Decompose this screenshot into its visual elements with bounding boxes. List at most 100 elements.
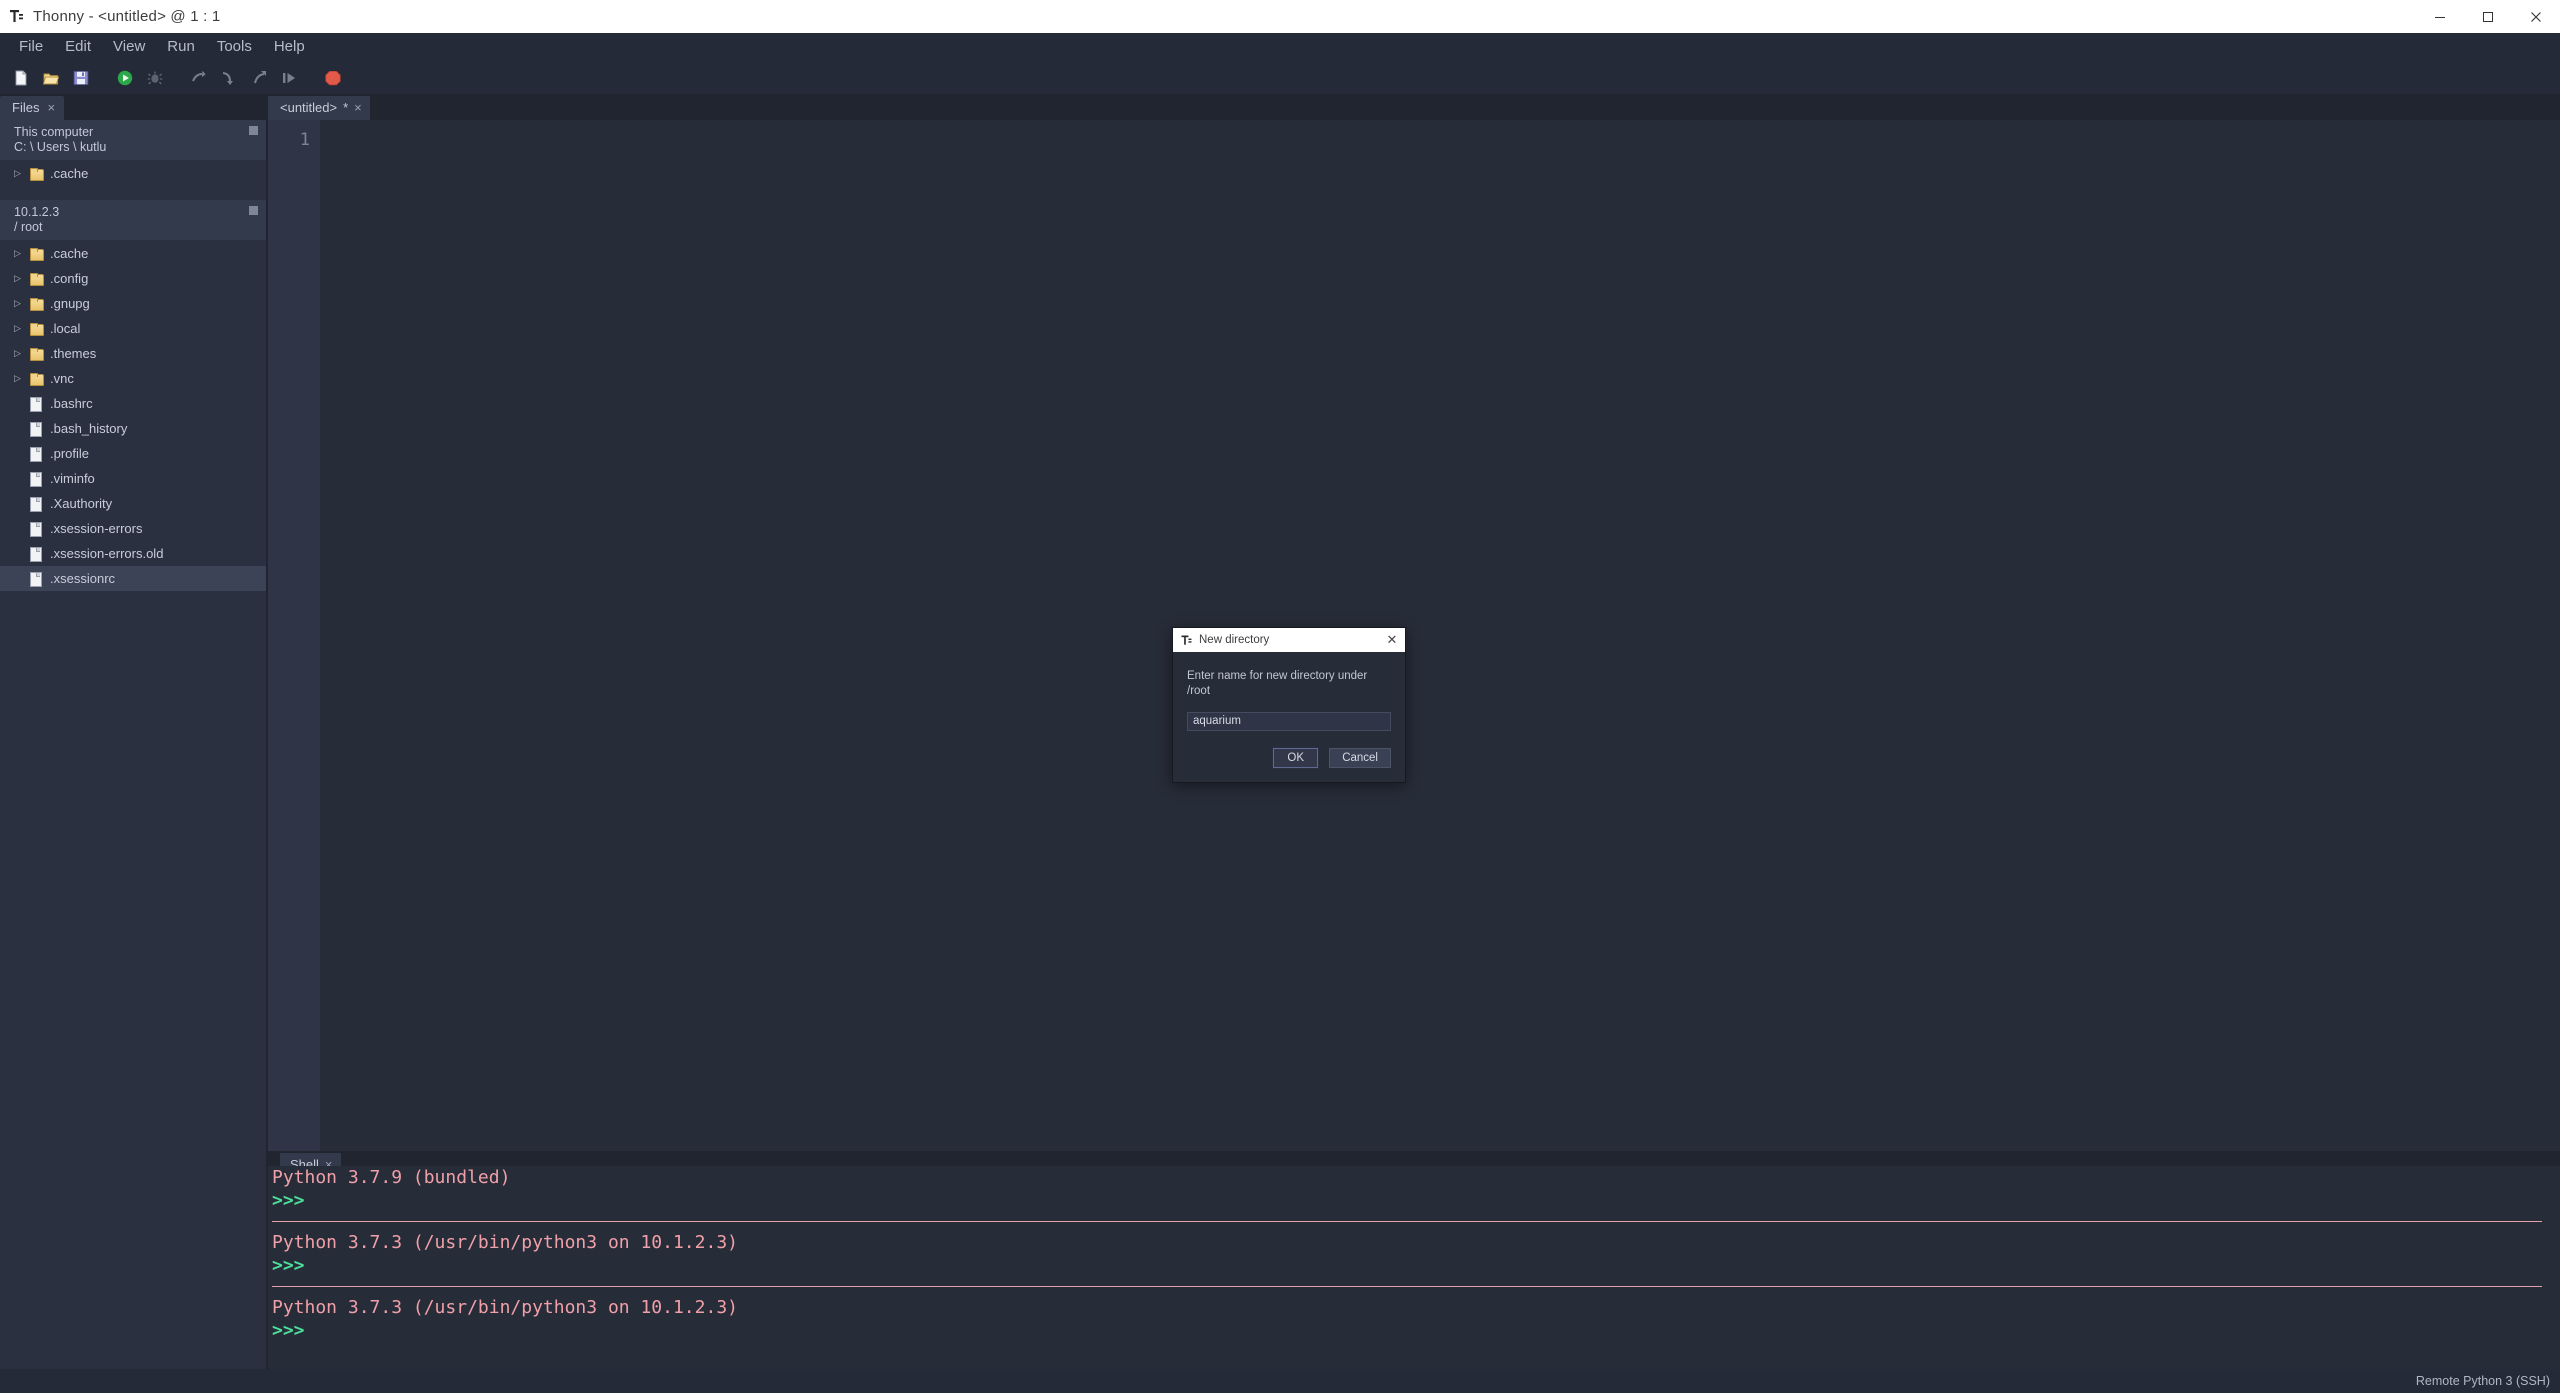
new-file-icon[interactable] xyxy=(8,65,34,91)
folder-icon xyxy=(30,298,50,311)
list-item[interactable]: ▷ .themes xyxy=(0,341,266,366)
close-icon[interactable]: × xyxy=(47,101,55,114)
menu-view[interactable]: View xyxy=(102,35,156,58)
shell-output[interactable]: Python 3.7.9 (bundled) >>> Python 3.7.3 (/… xyxy=(268,1166,2560,1369)
window-controls xyxy=(2416,0,2560,33)
debug-icon[interactable] xyxy=(142,65,168,91)
folder-icon xyxy=(30,168,50,181)
shell-banner: Python 3.7.9 (bundled) xyxy=(272,1167,511,1188)
list-item[interactable]: ▷ .cache xyxy=(0,241,266,266)
chevron-right-icon[interactable]: ▷ xyxy=(14,348,30,359)
backend-label[interactable]: Remote Python 3 (SSH) xyxy=(2416,1374,2550,1388)
window-titlebar: Thonny - <untitled> @ 1 : 1 xyxy=(0,0,2560,33)
menu-tools[interactable]: Tools xyxy=(206,35,263,58)
open-file-icon[interactable] xyxy=(38,65,64,91)
file-icon xyxy=(30,547,50,562)
list-item[interactable]: .xsessionrc xyxy=(0,566,266,591)
dialog-body: Enter name for new directory under /root… xyxy=(1173,652,1405,782)
list-item-label: .local xyxy=(50,321,81,336)
list-item-label: .gnupg xyxy=(50,296,90,311)
menu-help[interactable]: Help xyxy=(263,35,316,58)
tab-modified-indicator: * xyxy=(343,100,349,115)
step-out-icon[interactable] xyxy=(246,65,272,91)
close-icon[interactable]: ✕ xyxy=(1379,628,1405,652)
line-number-gutter: 1 xyxy=(268,120,320,1151)
chevron-right-icon[interactable]: ▷ xyxy=(14,273,30,284)
list-item-label: .viminfo xyxy=(50,471,95,486)
folder-icon xyxy=(30,248,50,261)
minimize-button[interactable] xyxy=(2416,0,2464,33)
pin-icon[interactable] xyxy=(249,126,258,135)
local-files-header: This computer C: \ Users \ kutlu xyxy=(0,120,266,160)
list-item[interactable]: ▷ .config xyxy=(0,266,266,291)
run-icon[interactable] xyxy=(112,65,138,91)
local-files-list: ▷ .cache xyxy=(0,160,266,186)
menubar: File Edit View Run Tools Help xyxy=(0,33,2560,61)
cancel-button[interactable]: Cancel xyxy=(1329,747,1391,768)
chevron-right-icon[interactable]: ▷ xyxy=(14,373,30,384)
remote-files-section: 10.1.2.3 / root ▷ .cache ▷ .config ▷ .gnupg ▷.… xyxy=(0,200,266,591)
code-editor[interactable] xyxy=(320,120,2560,1151)
list-item[interactable]: .Xauthority xyxy=(0,491,266,516)
local-files-section: This computer C: \ Users \ kutlu ▷ .cach… xyxy=(0,120,266,186)
stop-icon[interactable] xyxy=(320,65,346,91)
list-item[interactable]: .profile xyxy=(0,441,266,466)
toolbar xyxy=(0,61,2560,94)
menu-edit[interactable]: Edit xyxy=(54,35,102,58)
list-item-label: .xsession-errors xyxy=(50,521,143,536)
list-item-label: .themes xyxy=(50,346,97,361)
list-item-label: .bashrc xyxy=(50,396,93,411)
chevron-right-icon[interactable]: ▷ xyxy=(14,168,30,179)
local-files-path: C: \ Users \ kutlu xyxy=(14,140,107,154)
maximize-button[interactable] xyxy=(2464,0,2512,33)
ok-button[interactable]: OK xyxy=(1272,746,1320,769)
window-title: Thonny - <untitled> @ 1 : 1 xyxy=(33,8,221,25)
remote-files-path: / root xyxy=(14,220,43,234)
editor-column: <untitled> * × 1 Shell × Python 3.7.9 (b… xyxy=(268,94,2560,1369)
list-item[interactable]: .viminfo xyxy=(0,466,266,491)
menu-file[interactable]: File xyxy=(8,35,54,58)
save-file-icon[interactable] xyxy=(68,65,94,91)
list-item[interactable]: ▷ .local xyxy=(0,316,266,341)
shell-prompt: >>> xyxy=(272,1190,305,1211)
new-directory-dialog: New directory ✕ Enter name for new direc… xyxy=(1172,627,1406,783)
tab-files[interactable]: Files × xyxy=(0,96,65,120)
list-item[interactable]: .bash_history xyxy=(0,416,266,441)
list-item[interactable]: .xsession-errors.old xyxy=(0,541,266,566)
chevron-right-icon[interactable]: ▷ xyxy=(14,248,30,259)
folder-icon xyxy=(30,373,50,386)
resume-icon[interactable] xyxy=(276,65,302,91)
tab-untitled[interactable]: <untitled> * × xyxy=(268,96,370,120)
pin-icon-remote[interactable] xyxy=(249,206,258,215)
close-button[interactable] xyxy=(2512,0,2560,33)
step-into-icon[interactable] xyxy=(216,65,242,91)
list-item[interactable]: ▷ .gnupg xyxy=(0,291,266,316)
file-icon xyxy=(30,447,50,462)
list-item[interactable]: .xsession-errors xyxy=(0,516,266,541)
step-over-icon[interactable] xyxy=(186,65,212,91)
file-icon xyxy=(30,572,50,587)
list-item[interactable]: .bashrc xyxy=(0,391,266,416)
thonny-icon xyxy=(1180,634,1193,647)
tab-files-label: Files xyxy=(12,100,40,115)
remote-files-list: ▷ .cache ▷ .config ▷ .gnupg ▷ .local ▷ .themes ▷ .v… xyxy=(0,240,266,591)
chevron-right-icon[interactable]: ▷ xyxy=(14,298,30,309)
list-item[interactable]: ▷ .vnc xyxy=(0,366,266,391)
list-item[interactable]: ▷ .cache xyxy=(0,161,266,186)
shell-prompt: >>> xyxy=(272,1320,305,1341)
file-icon xyxy=(30,472,50,487)
shell-prompt: >>> xyxy=(272,1255,305,1276)
list-item-label: .bash_history xyxy=(50,421,128,436)
sidebar-tabstrip: Files × xyxy=(0,94,266,120)
dialog-title: New directory xyxy=(1199,634,1270,646)
remote-files-header: 10.1.2.3 / root xyxy=(0,200,266,240)
chevron-right-icon[interactable]: ▷ xyxy=(14,323,30,334)
file-icon xyxy=(30,397,50,412)
thonny-icon xyxy=(8,8,25,25)
menu-run[interactable]: Run xyxy=(156,35,206,58)
list-item-label: .Xauthority xyxy=(50,496,113,511)
file-icon xyxy=(30,497,50,512)
list-item-label: .profile xyxy=(50,446,90,461)
close-icon[interactable]: × xyxy=(354,101,362,114)
directory-name-input[interactable] xyxy=(1187,711,1391,731)
